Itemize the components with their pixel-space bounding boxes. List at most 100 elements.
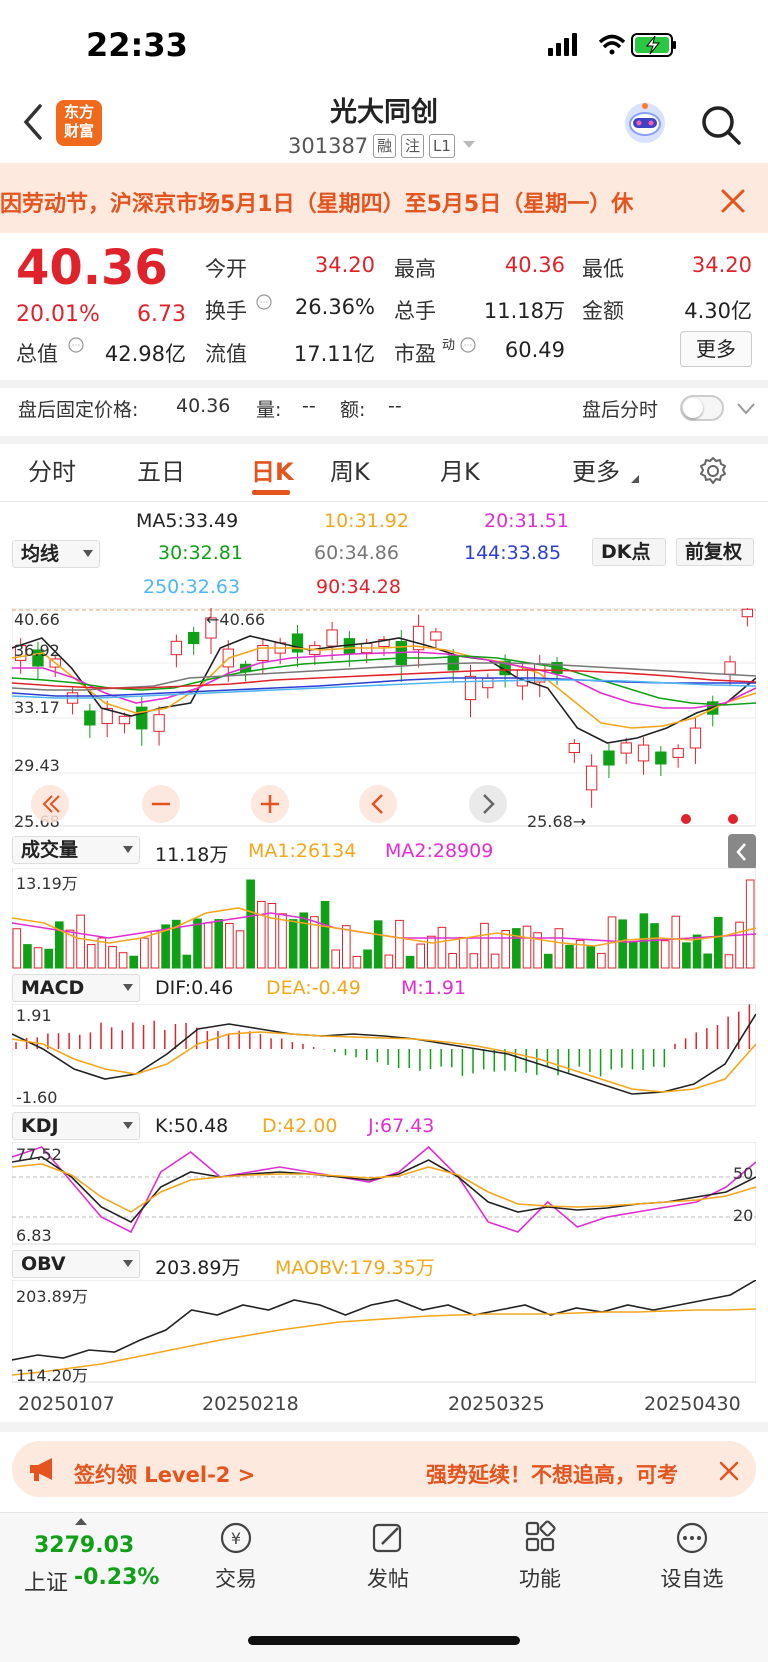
volume-chart[interactable] — [12, 868, 756, 970]
info-icon[interactable]: ··· — [460, 337, 476, 353]
volume-bar — [140, 937, 149, 969]
ma-selector-label: 均线 — [21, 543, 60, 565]
search-icon[interactable] — [700, 104, 742, 146]
ma-selector[interactable]: 均线 — [12, 540, 100, 568]
ma90-value: 90:34.28 — [316, 576, 401, 598]
zoom-in-icon[interactable] — [250, 784, 290, 824]
robot-assistant-icon[interactable] — [622, 100, 668, 146]
registration-tag: 注 — [401, 134, 425, 158]
trade-icon[interactable]: ¥ — [216, 1520, 256, 1556]
low-value: 34.20 — [691, 253, 752, 277]
change-percent: 20.01% — [16, 302, 100, 327]
volume-bar — [713, 916, 723, 969]
megaphone-icon — [30, 1458, 52, 1481]
kdj-k: K:50.48 — [155, 1115, 229, 1137]
functions-icon[interactable] — [520, 1520, 560, 1556]
volume-selector[interactable]: 成交量 — [12, 836, 140, 864]
index-name[interactable]: 上证 — [24, 1565, 68, 1597]
macd-dif: DIF:0.46 — [155, 977, 234, 999]
volume-bar — [320, 900, 330, 969]
tab-daily-k[interactable]: 日K — [251, 452, 294, 487]
dk-point-button[interactable]: DK点 — [592, 538, 666, 566]
close-icon[interactable] — [718, 1460, 740, 1482]
volume-label: 总手 — [394, 299, 436, 323]
adjust-button[interactable]: 前复权 — [676, 538, 754, 566]
candle-body — [326, 629, 338, 647]
kline-top-label: 40.66 — [14, 610, 60, 629]
volume-bar — [490, 953, 500, 969]
kdj-selector-label: KDJ — [21, 1115, 59, 1137]
macd-selector-label: MACD — [21, 977, 85, 999]
tab-monthly-k[interactable]: 月K — [440, 452, 480, 487]
volume-bar — [660, 940, 670, 969]
amount-value: 4.30亿 — [684, 299, 752, 323]
chevron-left-icon[interactable] — [358, 784, 398, 824]
tab-weekly-k[interactable]: 周K — [330, 452, 370, 487]
nav-watchlist[interactable]: 设自选 — [642, 1563, 742, 1593]
zoom-out-icon[interactable] — [141, 784, 181, 824]
obv-maobv: MAOBV:179.35万 — [275, 1257, 435, 1279]
candle-body — [118, 715, 131, 725]
macd-chart[interactable] — [12, 1004, 756, 1108]
kdj-chart[interactable] — [12, 1142, 756, 1246]
volume-bar — [182, 954, 192, 969]
candle-body — [724, 661, 736, 675]
obv-chart[interactable] — [12, 1280, 756, 1384]
kline-mid1-label: 36.92 — [14, 641, 60, 660]
volume-bar — [12, 928, 22, 969]
volume-bar — [512, 928, 521, 969]
gear-icon[interactable] — [698, 456, 728, 486]
macd-m: M:1.91 — [401, 977, 467, 999]
pe-sup: 动 — [442, 338, 456, 353]
volume-bar — [682, 942, 691, 969]
date-label: 20250430 — [644, 1393, 741, 1415]
volume-bar — [214, 919, 224, 969]
volume-bar — [745, 879, 755, 969]
tab-five-day[interactable]: 五日 — [137, 452, 185, 487]
stock-code: 301387 — [288, 134, 369, 158]
date-label: 20250325 — [448, 1393, 545, 1415]
index-change[interactable]: -0.23% — [74, 1565, 159, 1590]
amount-label: 金额 — [582, 299, 624, 323]
divider — [0, 501, 768, 502]
volume-bar — [278, 913, 287, 969]
obv-selector[interactable]: OBV — [12, 1250, 140, 1278]
tab-more[interactable]: 更多 — [572, 452, 620, 487]
ma144-value: 144:33.85 — [464, 542, 562, 564]
close-icon[interactable] — [720, 188, 746, 214]
candle-body — [672, 748, 684, 758]
kline-mid2-label: 33.17 — [14, 698, 60, 717]
post-icon[interactable] — [368, 1520, 408, 1556]
more-dots-icon[interactable] — [672, 1520, 712, 1556]
dropdown-caret-icon[interactable] — [462, 140, 476, 150]
tab-underline — [252, 490, 290, 495]
info-icon[interactable]: ··· — [68, 337, 84, 353]
collapse-panel-icon[interactable] — [728, 834, 756, 870]
rewind-icon[interactable] — [30, 784, 70, 824]
volume-bar — [448, 952, 457, 969]
macd-selector[interactable]: MACD — [12, 974, 140, 1002]
float-value: 17.11亿 — [293, 342, 375, 366]
candle-body — [603, 750, 615, 766]
ma30-value: 30:32.81 — [158, 542, 243, 564]
volume-bar — [299, 912, 309, 969]
info-icon[interactable]: ··· — [256, 294, 272, 310]
volume-bar — [650, 923, 659, 969]
chevron-down-icon[interactable] — [736, 402, 756, 416]
volume-bar — [33, 947, 43, 969]
more-button[interactable]: 更多 — [680, 331, 752, 367]
tab-intraday[interactable]: 分时 — [28, 452, 76, 487]
index-value[interactable]: 3279.03 — [34, 1533, 134, 1558]
pe-label: 市盈 — [394, 342, 436, 366]
after-hours-toggle[interactable] — [680, 395, 724, 421]
candle-body — [585, 765, 598, 791]
nav-functions[interactable]: 功能 — [490, 1563, 590, 1593]
chevron-right-icon[interactable] — [468, 784, 508, 824]
kline-low-label: 29.43 — [14, 756, 60, 775]
nav-trade[interactable]: 交易 — [186, 1563, 286, 1593]
kdj-selector[interactable]: KDJ — [12, 1112, 140, 1140]
low-marker: 25.68→ — [527, 812, 587, 831]
nav-post[interactable]: 发帖 — [338, 1563, 438, 1593]
adjust-label: 前复权 — [685, 541, 743, 563]
qty-label: 量: — [256, 399, 282, 421]
